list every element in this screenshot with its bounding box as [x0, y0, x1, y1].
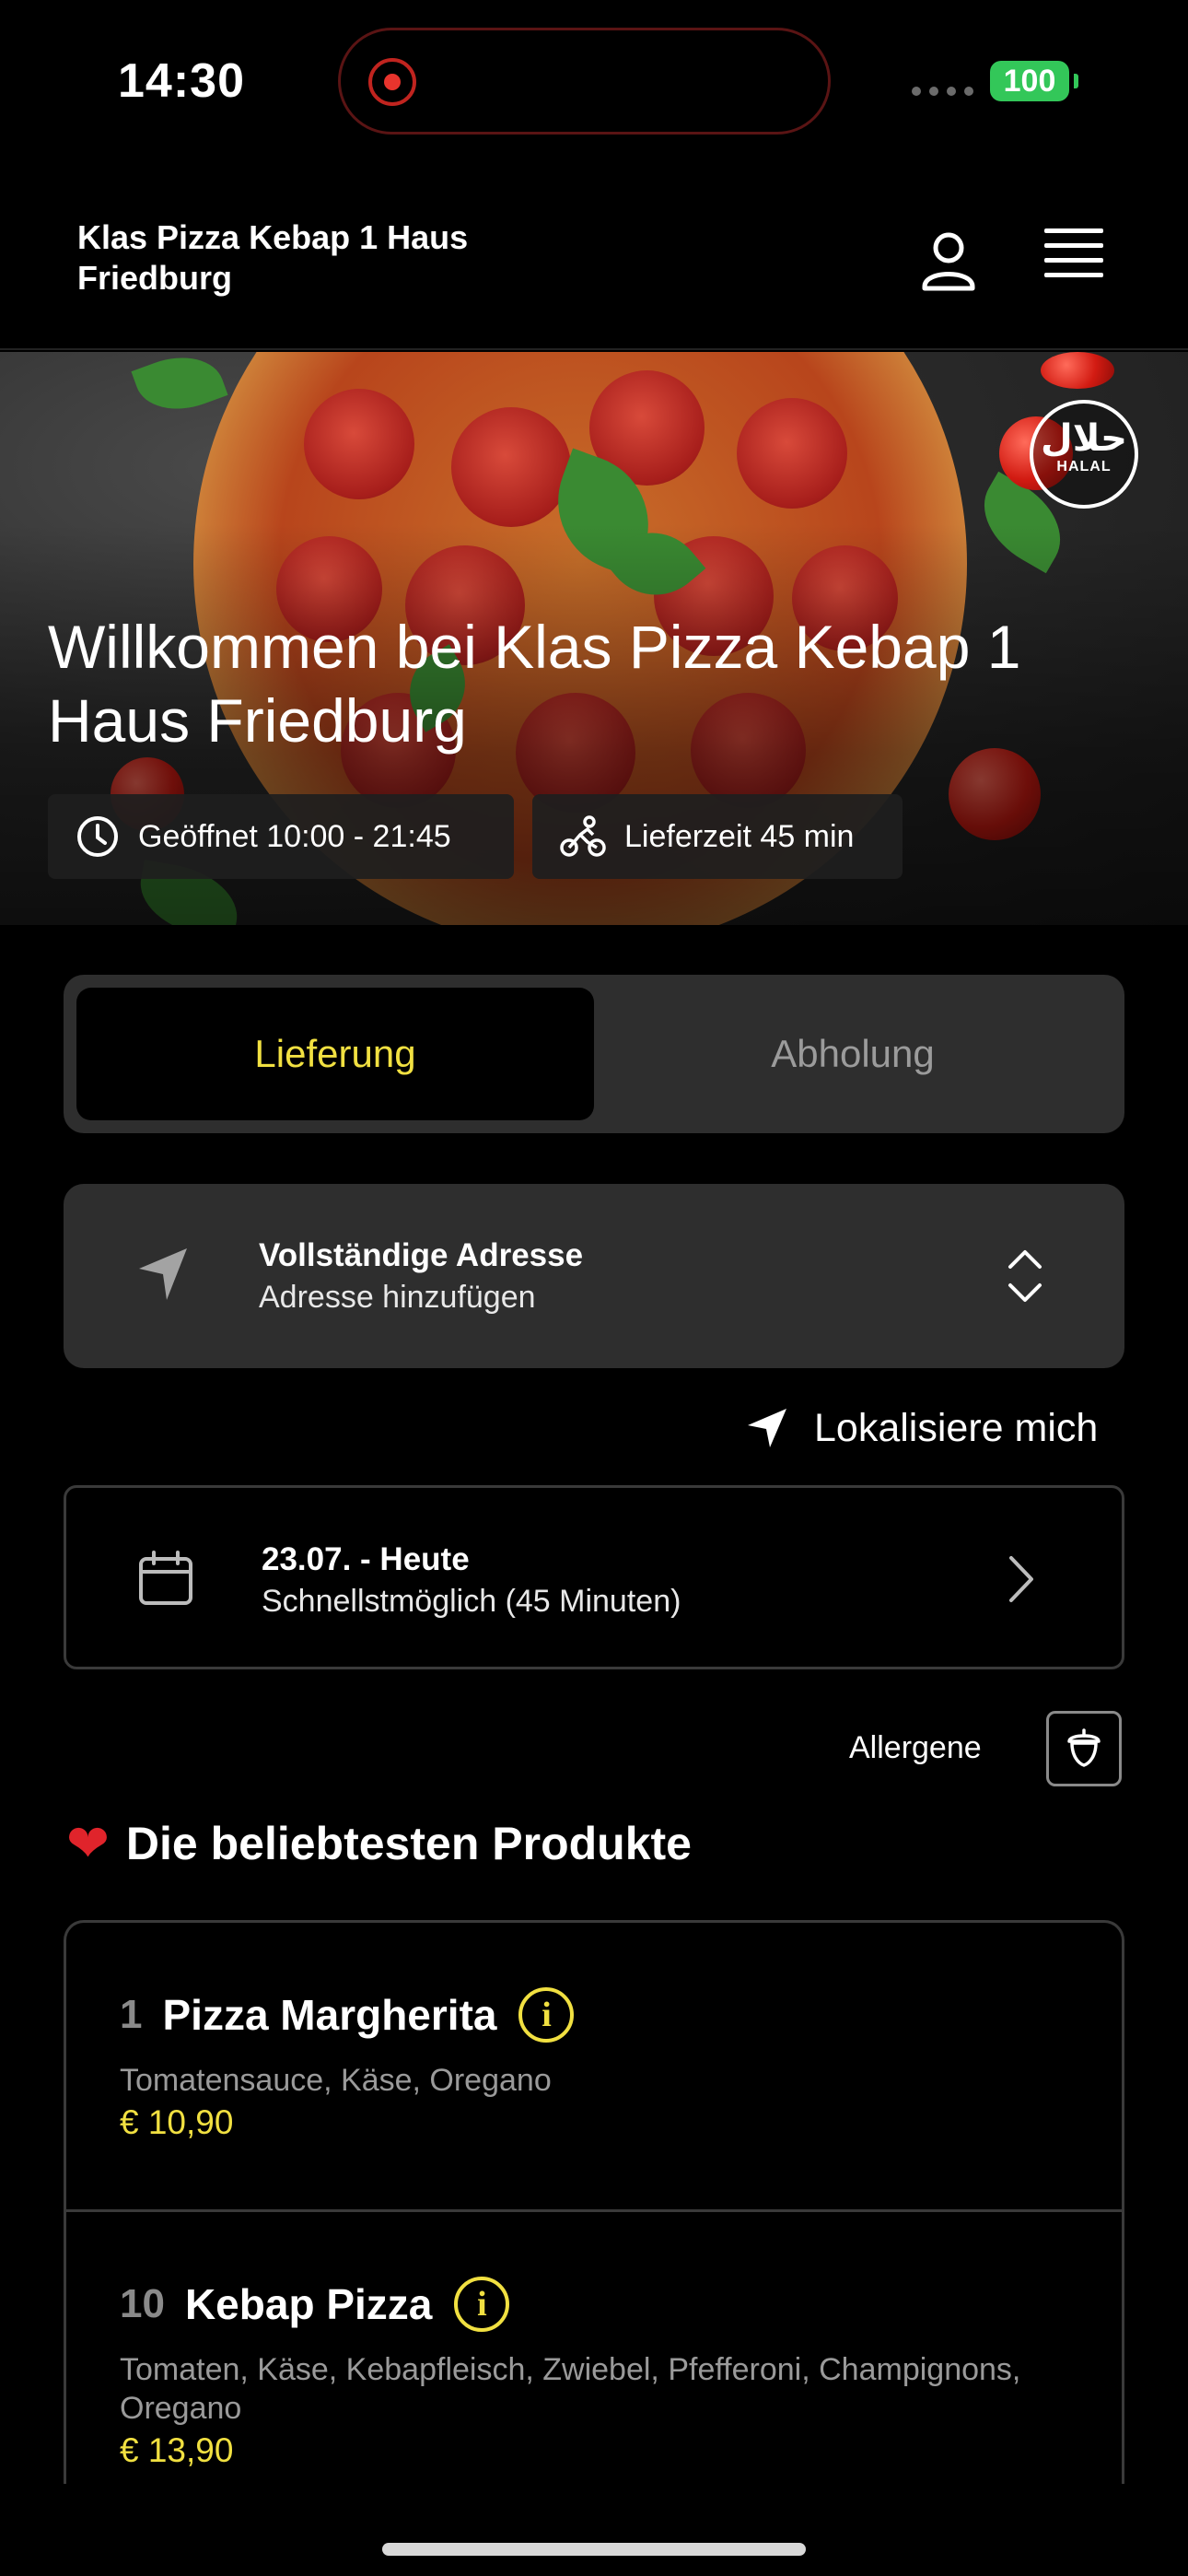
product-number: 1 — [120, 1992, 143, 2037]
product-price: € 10,90 — [120, 2103, 234, 2141]
status-bar: 14:30 100 — [0, 0, 1188, 166]
battery-icon: 100 — [990, 61, 1078, 101]
schedule-time: Schnellstmöglich (45 Minuten) — [262, 1584, 681, 1619]
address-placeholder: Adresse hinzufügen — [259, 1280, 536, 1315]
delivery-time-chip: Lieferzeit 45 min — [532, 794, 903, 879]
product-price: € 13,90 — [120, 2431, 234, 2469]
address-title: Vollständige Adresse — [259, 1237, 584, 1273]
product-list: 1 Pizza Margherita i Tomatensauce, Käse,… — [64, 1920, 1124, 2484]
product-item[interactable]: 10 Kebap Pizza i Tomaten, Käse, Kebapfle… — [66, 2212, 1122, 2484]
clock-icon — [77, 816, 118, 857]
home-indicator[interactable] — [382, 2543, 806, 2556]
product-number: 10 — [120, 2281, 165, 2326]
bicycle-icon — [560, 815, 606, 857]
menu-button[interactable] — [1037, 228, 1111, 295]
recording-icon — [368, 58, 416, 106]
restaurant-name[interactable]: Klas Pizza Kebap 1 Haus Friedburg — [77, 217, 538, 299]
user-icon — [922, 232, 975, 291]
hero-banner: حلال HALAL Willkommen bei Klas Pizza Keb… — [0, 352, 1188, 925]
navigation-arrow-icon — [748, 1409, 786, 1447]
halal-label: HALAL — [1056, 459, 1112, 474]
app-header: Klas Pizza Kebap 1 Haus Friedburg — [0, 184, 1188, 350]
product-name: Kebap Pizza — [184, 2280, 433, 2328]
product-description: Tomaten, Käse, Kebapfleisch, Zwiebel, Pf… — [120, 2352, 1021, 2426]
hamburger-icon — [1037, 228, 1111, 277]
order-mode-toggle: Lieferung Abholung — [64, 975, 1124, 1133]
product-description: Tomatensauce, Käse, Oregano — [120, 2063, 552, 2098]
popular-products-label: Die beliebtesten Produkte — [125, 1818, 692, 1869]
product-item[interactable]: 1 Pizza Margherita i Tomatensauce, Käse,… — [66, 1923, 1122, 2212]
heart-icon: ❤ — [66, 1814, 110, 1872]
delivery-time-selector[interactable]: 23.07. - Heute Schnellstmöglich (45 Minu… — [64, 1485, 1124, 1669]
info-icon[interactable]: i — [454, 2277, 510, 2332]
delivery-time-text: Lieferzeit 45 min — [624, 818, 855, 854]
acorn-icon — [1067, 1728, 1101, 1767]
locate-me-label: Lokalisiere mich — [814, 1405, 1099, 1450]
allergens-button[interactable] — [1046, 1711, 1122, 1786]
locate-me-button[interactable]: Lokalisiere mich — [746, 1400, 1098, 1456]
chevron-right-icon — [1009, 1556, 1033, 1602]
dynamic-island — [338, 28, 831, 135]
halal-badge: حلال HALAL — [1030, 400, 1138, 509]
account-button[interactable] — [912, 226, 985, 299]
schedule-date: 23.07. - Heute — [262, 1541, 470, 1577]
pickup-option[interactable]: Abholung — [594, 988, 1112, 1120]
opening-hours-chip: Geöffnet 10:00 - 21:45 — [48, 794, 514, 879]
status-time: 14:30 — [118, 54, 245, 108]
halal-arabic-text: حلال — [1041, 418, 1127, 459]
welcome-title: Willkommen bei Klas Pizza Kebap 1 Haus F… — [48, 613, 1021, 755]
allergens-label[interactable]: Allergene — [849, 1730, 982, 1766]
delivery-option[interactable]: Lieferung — [76, 988, 594, 1120]
product-name: Pizza Margherita — [162, 1991, 497, 2039]
chevron-up-down-icon — [1008, 1250, 1042, 1302]
info-icon[interactable]: i — [518, 1987, 575, 2043]
location-arrow-icon — [139, 1248, 187, 1300]
signal-icon — [912, 87, 973, 96]
address-selector[interactable]: Vollständige Adresse Adresse hinzufügen — [64, 1184, 1124, 1368]
popular-products-title: ❤ Die beliebtesten Produkte — [66, 1813, 692, 1874]
opening-hours-text: Geöffnet 10:00 - 21:45 — [138, 818, 451, 854]
calendar-icon — [139, 1551, 192, 1605]
